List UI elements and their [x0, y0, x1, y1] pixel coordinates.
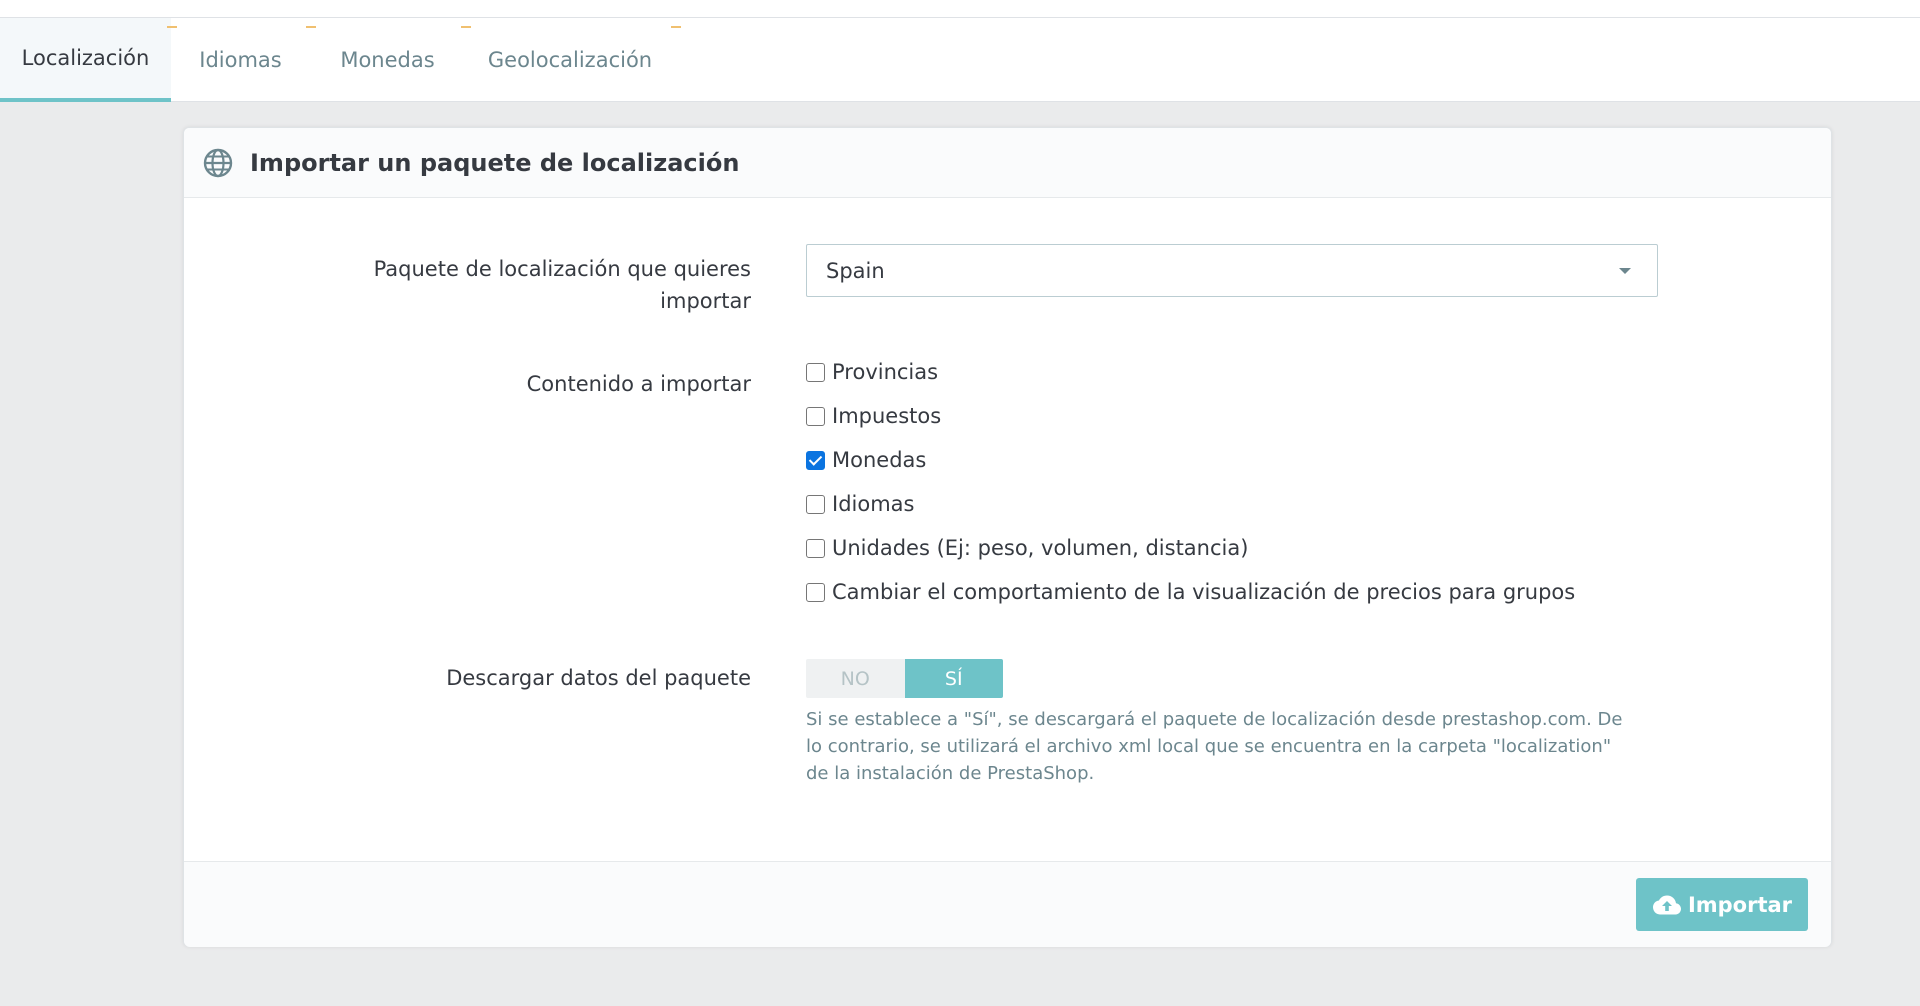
content-option-provincias[interactable]: Provincias: [806, 356, 938, 388]
content-option-idiomas[interactable]: Idiomas: [806, 488, 914, 520]
tab-idiomas[interactable]: Idiomas: [171, 18, 316, 102]
tab-monedas[interactable]: Monedas: [310, 18, 471, 102]
checkbox-label: Cambiar el comportamiento de la visualiz…: [832, 580, 1576, 604]
switch-option-yes[interactable]: SÍ: [904, 659, 1003, 698]
tab-localizacion[interactable]: Localización: [0, 18, 177, 102]
tab-label: Monedas: [340, 48, 435, 72]
checkbox-unidades[interactable]: [806, 538, 825, 558]
content-option-impuestos[interactable]: Impuestos: [806, 400, 941, 432]
panel-header: Importar un paquete de localización: [184, 128, 1831, 198]
content-option-monedas[interactable]: Monedas: [806, 444, 926, 476]
import-button[interactable]: Importar: [1636, 878, 1808, 931]
content-label: Contenido a importar: [526, 372, 751, 396]
top-bar: [0, 0, 1920, 18]
globe-icon: [203, 148, 233, 177]
checkbox-label: Monedas: [832, 448, 927, 472]
download-label: Descargar datos del paquete: [446, 666, 751, 690]
checkbox-label: Unidades (Ej: peso, volumen, distancia): [832, 536, 1249, 560]
pack-label: Paquete de localización que quieres impo…: [373, 257, 751, 313]
download-switch[interactable]: NO SÍ: [806, 659, 1003, 698]
download-help-text: Si se establece a "Sí", se descargará el…: [806, 709, 1623, 784]
content-option-unidades[interactable]: Unidades (Ej: peso, volumen, distancia): [806, 532, 1248, 564]
checkbox-provincias[interactable]: [806, 362, 825, 382]
tab-label: Geolocalización: [487, 48, 653, 72]
import-button-label: Importar: [1687, 892, 1793, 917]
tab-marker: [671, 26, 681, 28]
tab-label: Idiomas: [199, 48, 282, 72]
content-option-group-prices[interactable]: Cambiar el comportamiento de la visualiz…: [806, 576, 1575, 608]
checkbox-label: Provincias: [832, 360, 939, 384]
pack-select-value: Spain: [826, 258, 885, 283]
tab-bar: Localización Idiomas Monedas Geolocaliza…: [0, 18, 1920, 102]
panel-footer: Importar: [184, 861, 1831, 947]
cloud-upload-icon: [1652, 895, 1681, 914]
checkbox-idiomas[interactable]: [806, 494, 825, 514]
checkbox-impuestos[interactable]: [806, 406, 825, 426]
switch-option-no[interactable]: NO: [806, 659, 905, 698]
checkbox-group-prices[interactable]: [806, 582, 825, 602]
import-localization-panel: Importar un paquete de localización Paqu…: [183, 127, 1832, 947]
panel-title: Importar un paquete de localización: [250, 148, 740, 177]
checkbox-label: Idiomas: [832, 492, 915, 516]
chevron-down-icon: [1619, 268, 1631, 274]
checkbox-label: Impuestos: [832, 404, 942, 428]
tab-geolocalizacion[interactable]: Geolocalización: [465, 18, 681, 102]
tab-label: Localización: [21, 46, 150, 70]
checkbox-monedas[interactable]: [806, 450, 825, 470]
pack-select[interactable]: Spain: [806, 244, 1658, 297]
